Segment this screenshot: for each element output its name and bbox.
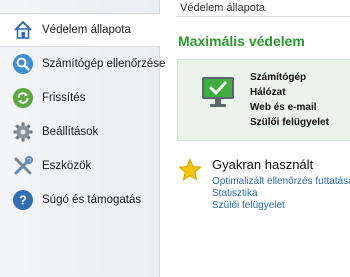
page-title: Maximális védelem <box>178 33 305 49</box>
link-parental-control[interactable]: Szülői felügyelet <box>212 200 350 212</box>
help-icon: ? <box>13 190 33 210</box>
sidebar-item-update[interactable]: Frissítés <box>0 81 159 115</box>
sidebar-item-label: Eszközök <box>42 160 92 172</box>
sidebar-item-label: Beállítások <box>42 126 99 138</box>
sidebar-item-protection-status[interactable]: Védelem állapota <box>0 13 161 47</box>
sidebar-item-label: Súgó és támogatás <box>42 194 142 206</box>
sidebar-item-tools[interactable]: Eszközök <box>0 149 159 183</box>
main-panel: Védelem állapota Maximális védelem Számí… <box>160 0 350 277</box>
sidebar-item-computer-scan[interactable]: Számítógép ellenőrzése <box>0 47 165 81</box>
gear-icon <box>13 122 33 142</box>
link-statistics[interactable]: Statisztika <box>212 188 350 200</box>
sidebar-item-help-support[interactable]: ? Súgó és támogatás <box>0 183 159 217</box>
status-item-parental-control: Szülői felügyelet <box>250 117 329 128</box>
sidebar-item-label: Frissítés <box>42 92 86 104</box>
home-icon <box>14 20 32 39</box>
frequently-used-links: Optimalizált ellenőrzés futtatása Statis… <box>212 176 350 212</box>
svg-text:?: ? <box>19 193 27 208</box>
sidebar-item-label: Számítógép ellenőrzése <box>42 58 166 70</box>
status-item-computer: Számítógép <box>250 72 307 83</box>
status-item-web-email: Web és e-mail <box>250 102 317 113</box>
tools-icon <box>14 156 33 175</box>
monitor-check-icon <box>202 77 234 107</box>
breadcrumb: Védelem állapota <box>180 2 266 14</box>
frequently-used-title: Gyakran használt <box>212 157 314 172</box>
breadcrumb-divider <box>176 16 350 17</box>
sidebar: Védelem állapota Számítógép ellenőrzése … <box>0 0 165 277</box>
search-icon <box>13 54 33 74</box>
link-optimized-scan[interactable]: Optimalizált ellenőrzés futtatása <box>212 176 350 188</box>
status-list: Számítógép Hálózat Web és e-mail Szülői … <box>250 70 329 130</box>
status-item-network: Hálózat <box>250 87 286 98</box>
sidebar-item-settings[interactable]: Beállítások <box>0 115 159 149</box>
star-icon <box>178 158 202 181</box>
refresh-icon <box>13 88 33 108</box>
sidebar-item-label: Védelem állapota <box>42 24 131 36</box>
protection-status-panel: Számítógép Hálózat Web és e-mail Szülői … <box>177 59 350 141</box>
